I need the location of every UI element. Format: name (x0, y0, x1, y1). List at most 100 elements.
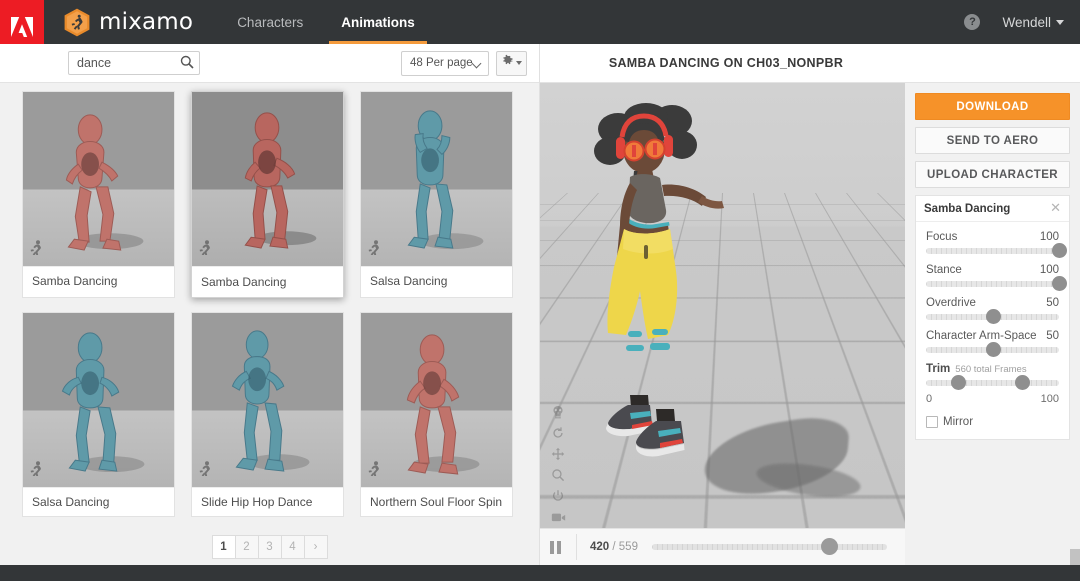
slider-track[interactable] (926, 314, 1059, 320)
trim-total-frames: 560 total Frames (955, 364, 1026, 375)
help-icon[interactable]: ? (964, 14, 980, 30)
total-frames: 559 (619, 541, 638, 553)
properties-header: Samba Dancing ✕ (916, 196, 1069, 222)
slider-handle[interactable] (986, 342, 1001, 357)
scrollbar-thumb[interactable] (1070, 549, 1080, 565)
adobe-logo-icon[interactable] (0, 0, 44, 44)
animation-card[interactable]: Northern Soul Floor Spin (360, 312, 513, 517)
brand-name: mixamo (99, 9, 193, 35)
slider-label-row: Focus 100 (926, 231, 1059, 243)
animation-card-selected[interactable]: Samba Dancing (191, 91, 344, 298)
slider-name: Overdrive (926, 297, 976, 309)
slider-character-arm-space: Character Arm-Space 50 (926, 330, 1059, 353)
pause-icon[interactable] (550, 541, 576, 554)
animation-thumbnail (361, 313, 512, 487)
animation-thumbnail (23, 313, 174, 487)
page-button-1[interactable]: 1 (212, 535, 236, 559)
settings-gear-button[interactable] (496, 51, 527, 76)
running-person-icon (199, 240, 212, 260)
slider-track[interactable] (926, 248, 1059, 254)
animation-card[interactable]: Salsa Dancing (22, 312, 175, 517)
search-icon[interactable] (180, 55, 194, 74)
trim-min-label: 0 (926, 393, 932, 405)
slider-value: 100 (1040, 264, 1059, 276)
animation-properties-column: DOWNLOAD SEND TO AERO UPLOAD CHARACTER S… (905, 83, 1080, 565)
running-person-icon (368, 461, 381, 481)
trim-label-row: Trim 560 total Frames (926, 363, 1059, 375)
per-page-value: 48 Per page (410, 57, 473, 69)
trim-scale: 0 100 (926, 393, 1059, 405)
frame-separator: / (609, 541, 619, 553)
animation-card-label: Salsa Dancing (23, 487, 174, 516)
animation-card[interactable]: Slide Hip Hop Dance (191, 312, 344, 517)
top-navigation-bar: mixamo Characters Animations ? Wendell (0, 0, 1080, 44)
caret-down-icon (1056, 20, 1064, 25)
per-page-select[interactable]: 48 Per page (401, 51, 489, 76)
close-icon[interactable]: ✕ (1050, 202, 1061, 215)
mirror-checkbox[interactable] (926, 416, 938, 428)
power-icon[interactable] (551, 489, 565, 503)
user-menu[interactable]: Wendell (1002, 15, 1064, 30)
3d-viewport[interactable] (540, 83, 905, 528)
download-button[interactable]: DOWNLOAD (915, 93, 1070, 120)
animation-card-label: Salsa Dancing (361, 266, 512, 295)
mixamo-app: mixamo Characters Animations ? Wendell (0, 0, 1080, 581)
running-person-icon (199, 461, 212, 481)
slider-handle[interactable] (1052, 276, 1067, 291)
upload-character-button[interactable]: UPLOAD CHARACTER (915, 161, 1070, 188)
slider-name: Stance (926, 264, 962, 276)
user-name: Wendell (1002, 15, 1051, 30)
mixamo-brand[interactable]: mixamo (64, 8, 193, 37)
trim-track[interactable] (926, 380, 1059, 386)
slider-value: 50 (1046, 297, 1059, 309)
divider (576, 534, 577, 560)
mirror-checkbox-row[interactable]: Mirror (926, 416, 1059, 428)
slider-track[interactable] (926, 347, 1059, 353)
animation-thumbnail (23, 92, 174, 266)
pagination: 1 2 3 4 › (0, 535, 539, 559)
search-field-wrapper[interactable] (68, 51, 200, 75)
send-to-aero-button[interactable]: SEND TO AERO (915, 127, 1070, 154)
animation-thumbnail (361, 92, 512, 266)
page-next-button[interactable]: › (304, 535, 328, 559)
trim-start-handle[interactable] (951, 375, 966, 390)
zoom-icon[interactable] (551, 468, 565, 482)
slider-focus: Focus 100 (926, 231, 1059, 254)
animation-card-label: Samba Dancing (192, 266, 343, 297)
animation-card-label: Slide Hip Hop Dance (192, 487, 343, 516)
filter-controls: 48 Per page (401, 51, 527, 76)
character-model (586, 93, 836, 513)
nav-link-animations[interactable]: Animations (333, 0, 423, 44)
current-frame: 420 (590, 541, 609, 553)
slider-track[interactable] (926, 281, 1059, 287)
page-button-4[interactable]: 4 (281, 535, 305, 559)
slider-name: Character Arm-Space (926, 330, 1037, 342)
move-icon[interactable] (551, 447, 565, 461)
animation-card[interactable]: Salsa Dancing (360, 91, 513, 298)
caret-down-icon (516, 61, 522, 65)
gear-icon (501, 54, 514, 72)
camera-icon[interactable] (551, 510, 566, 524)
trim-end-handle[interactable] (1015, 375, 1030, 390)
timeline-handle[interactable] (821, 538, 838, 555)
skeleton-icon[interactable] (551, 405, 565, 419)
chevron-down-icon (473, 59, 482, 68)
animation-card-label: Samba Dancing (23, 266, 174, 295)
primary-nav-links: Characters Animations (229, 0, 445, 44)
filter-bar: 48 Per page (0, 44, 539, 83)
mixamo-hex-runner-icon (64, 8, 90, 37)
trim-label: Trim (926, 363, 950, 375)
nav-link-characters[interactable]: Characters (229, 0, 311, 44)
search-input[interactable] (69, 52, 169, 74)
properties-title: Samba Dancing (924, 203, 1010, 215)
slider-label-row: Stance 100 (926, 264, 1059, 276)
slider-handle[interactable] (1052, 243, 1067, 258)
reset-rotate-icon[interactable] (551, 426, 565, 440)
animation-thumbnail (192, 313, 343, 487)
slider-handle[interactable] (986, 309, 1001, 324)
animation-card[interactable]: Samba Dancing (22, 91, 175, 298)
page-button-2[interactable]: 2 (235, 535, 259, 559)
timeline-slider[interactable] (652, 544, 887, 550)
properties-body: Focus 100 Stance 100 (916, 222, 1069, 439)
page-button-3[interactable]: 3 (258, 535, 282, 559)
